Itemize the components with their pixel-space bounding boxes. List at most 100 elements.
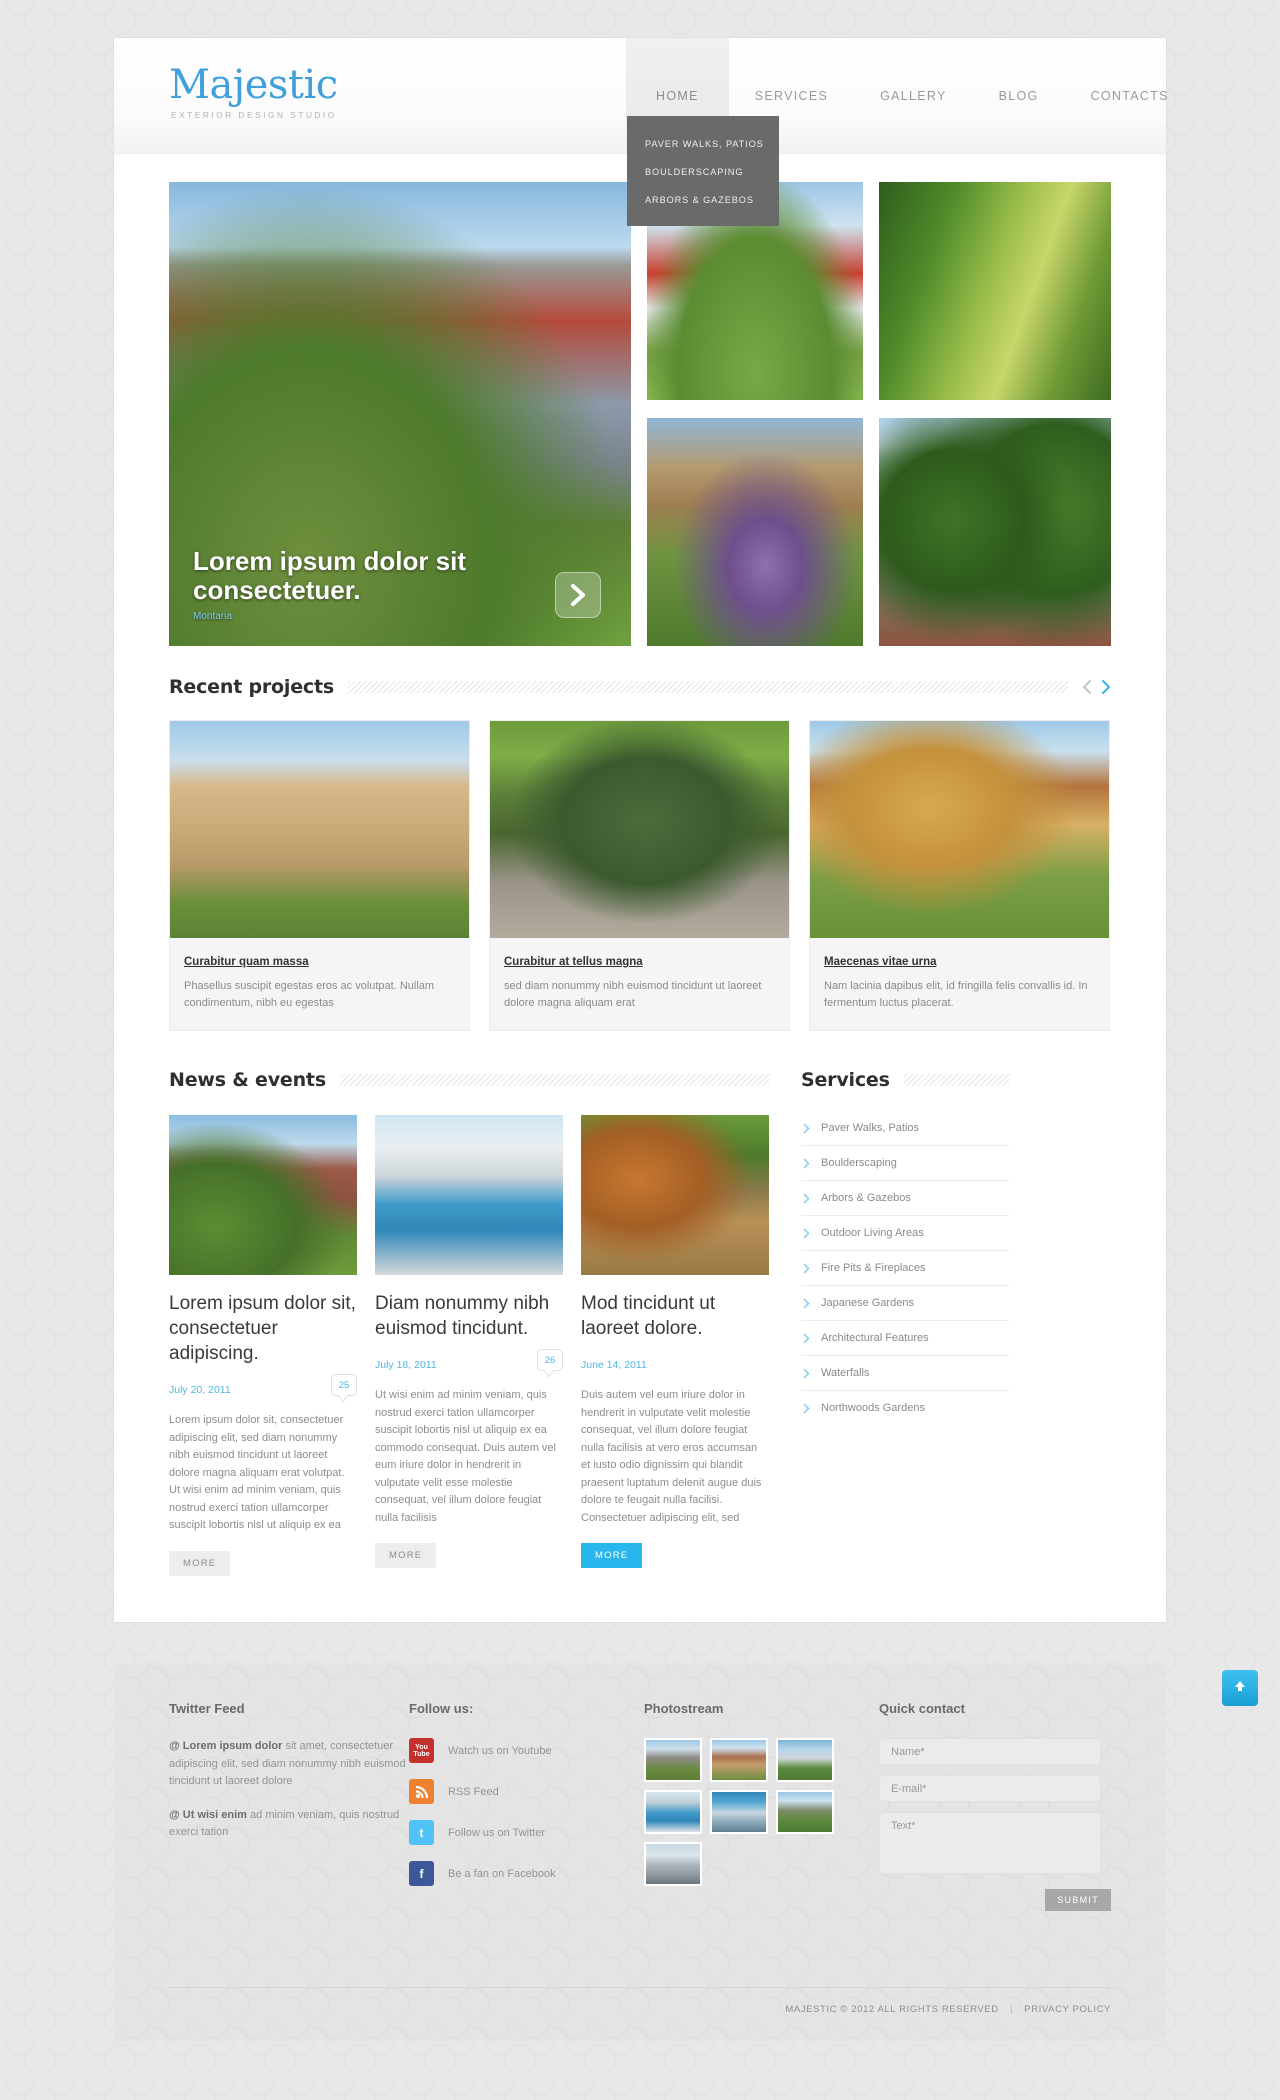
photostream-thumbnail[interactable] xyxy=(710,1738,768,1782)
project-card: Curabitur at tellus magna sed diam nonum… xyxy=(489,720,790,1031)
header-rule xyxy=(339,1074,769,1086)
project-thumbnail[interactable] xyxy=(810,721,1109,938)
sidebar-item-outdoor-living-areas[interactable]: Outdoor Living Areas xyxy=(801,1216,1009,1251)
email-field[interactable] xyxy=(879,1775,1101,1802)
hero-next-button[interactable] xyxy=(555,572,601,618)
services-sidebar: Services Paver Walks, Patios Boulderscap… xyxy=(801,1069,1009,1576)
hero-tile-hedge-maze[interactable] xyxy=(879,182,1111,400)
projects-carousel-controls xyxy=(1082,679,1111,695)
follow-row-twitter[interactable]: t Follow us on Twitter xyxy=(409,1820,644,1845)
submit-button[interactable]: SUBMIT xyxy=(1045,1889,1111,1911)
news-thumbnail[interactable] xyxy=(581,1115,769,1275)
scroll-to-top-button[interactable] xyxy=(1222,1670,1258,1706)
news-excerpt: Ut wisi enim ad minim veniam, quis nostr… xyxy=(375,1389,556,1524)
hero-tile-topiary-garden[interactable] xyxy=(879,418,1111,646)
news-events-section: News & events Lorem ipsum dolor sit, con… xyxy=(169,1069,769,1576)
chevron-right-icon xyxy=(568,583,588,607)
sidebar-item-paver-walks-patios[interactable]: Paver Walks, Patios xyxy=(801,1111,1009,1146)
news-title[interactable]: Mod tincidunt ut laoreet dolore. xyxy=(581,1291,769,1341)
follow-row-rss[interactable]: RSS Feed xyxy=(409,1779,644,1804)
page-title-news-events: News & events xyxy=(169,1069,326,1091)
news-card: Diam nonummy nibh euismod tincidunt. Jul… xyxy=(375,1115,563,1576)
youtube-icon-bottom: Tube xyxy=(413,1750,430,1758)
sidebar-item-architectural-features[interactable]: Architectural Features xyxy=(801,1321,1009,1356)
footer-columns: Twitter Feed @ Lorem ipsum dolor sit ame… xyxy=(114,1663,1166,1911)
project-card: Maecenas vitae urna Nam lacinia dapibus … xyxy=(809,720,1110,1031)
footer-column-title: Photostream xyxy=(644,1701,724,1716)
news-more-button[interactable]: MORE xyxy=(375,1543,437,1568)
sidebar-item-label: Waterfalls xyxy=(821,1367,870,1379)
sidebar-item-waterfalls[interactable]: Waterfalls xyxy=(801,1356,1009,1391)
project-body: Maecenas vitae urna Nam lacinia dapibus … xyxy=(810,938,1109,1030)
news-thumbnail[interactable] xyxy=(169,1115,357,1275)
news-more-button[interactable]: MORE xyxy=(169,1550,231,1576)
news-thumbnail[interactable] xyxy=(375,1115,563,1275)
site-logo[interactable]: Majestic EXTERIOR DESIGN STUDIO xyxy=(169,63,338,120)
dropdown-item-boulderscaping[interactable]: BOULDERSCAPING xyxy=(627,158,779,186)
project-link[interactable]: Maecenas vitae urna xyxy=(824,956,937,968)
news-title[interactable]: Diam nonummy nibh euismod tincidunt. xyxy=(375,1291,563,1341)
comment-count-badge[interactable]: 26 xyxy=(537,1349,563,1371)
youtube-icon-top: You xyxy=(415,1743,428,1751)
follow-row-youtube[interactable]: You Tube Watch us on Youtube xyxy=(409,1738,644,1763)
news-more-button[interactable]: MORE xyxy=(581,1543,643,1568)
lower-content: News & events Lorem ipsum dolor sit, con… xyxy=(114,1031,1166,1622)
sidebar-item-fire-pits-fireplaces[interactable]: Fire Pits & Fireplaces xyxy=(801,1251,1009,1286)
photostream-thumbnail[interactable] xyxy=(776,1790,834,1834)
footer-column-title: Twitter Feed xyxy=(169,1701,245,1716)
message-field[interactable] xyxy=(879,1812,1101,1874)
news-card: Lorem ipsum dolor sit, consectetuer adip… xyxy=(169,1115,357,1576)
copyright-bar: MAJESTIC © 2012 ALL RIGHTS RESERVED | PR… xyxy=(169,1987,1111,2015)
nav-item-contacts[interactable]: CONTACTS xyxy=(1065,38,1195,154)
privacy-policy-link[interactable]: PRIVACY POLICY xyxy=(1024,2004,1111,2015)
project-link[interactable]: Curabitur at tellus magna xyxy=(504,956,643,968)
footer-photostream-column: Photostream xyxy=(644,1701,879,1911)
news-excerpt: Duis autem vel eum iriure dolor in hendr… xyxy=(581,1389,762,1524)
photostream-grid xyxy=(644,1738,844,1886)
sidebar-item-label: Paver Walks, Patios xyxy=(821,1122,920,1134)
photostream-thumbnail[interactable] xyxy=(644,1738,702,1782)
dropdown-item-arbors-gazebos[interactable]: ARBORS & GAZEBOS xyxy=(627,186,779,214)
sidebar-item-japanese-gardens[interactable]: Japanese Gardens xyxy=(801,1286,1009,1321)
news-meta: July 18, 2011 26 xyxy=(375,1349,563,1383)
hero-main-image[interactable]: Lorem ipsum dolor sit consectetuer. Mont… xyxy=(169,182,631,646)
project-thumbnail[interactable] xyxy=(170,721,469,938)
services-dropdown-menu: PAVER WALKS, PATIOS BOULDERSCAPING ARBOR… xyxy=(627,116,779,226)
follow-label: Be a fan on Facebook xyxy=(448,1867,556,1880)
project-body: Curabitur at tellus magna sed diam nonum… xyxy=(490,938,789,1030)
hero-caption: Lorem ipsum dolor sit consectetuer. Mont… xyxy=(193,547,593,623)
sidebar-item-northwoods-gardens[interactable]: Northwoods Gardens xyxy=(801,1391,1009,1425)
nav-item-gallery[interactable]: GALLERY xyxy=(854,38,973,154)
photostream-thumbnail[interactable] xyxy=(644,1790,702,1834)
comment-count-badge[interactable]: 25 xyxy=(331,1374,357,1396)
photostream-thumbnail[interactable] xyxy=(710,1790,768,1834)
project-thumbnail[interactable] xyxy=(490,721,789,938)
sidebar-item-label: Boulderscaping xyxy=(821,1157,897,1169)
projects-next-button[interactable] xyxy=(1101,679,1111,695)
project-link[interactable]: Curabitur quam massa xyxy=(184,956,309,968)
page-title-recent-projects: Recent projects xyxy=(169,676,334,698)
chevron-right-icon xyxy=(803,1262,810,1274)
news-date: July 18, 2011 xyxy=(375,1359,437,1371)
tweet-handle[interactable]: @ Ut wisi enim xyxy=(169,1809,247,1821)
tweet-handle[interactable]: @ Lorem ipsum dolor xyxy=(169,1740,282,1752)
footer-contact-column: Quick contact SUBMIT xyxy=(879,1701,1111,1911)
hero-tile-flowers[interactable] xyxy=(647,418,863,646)
photostream-thumbnail[interactable] xyxy=(644,1842,702,1886)
follow-label: Watch us on Youtube xyxy=(448,1744,552,1757)
nav-item-blog[interactable]: BLOG xyxy=(973,38,1065,154)
footer-follow-column: Follow us: You Tube Watch us on Youtube xyxy=(409,1701,644,1911)
dropdown-item-paver-walks-patios[interactable]: PAVER WALKS, PATIOS xyxy=(627,130,779,158)
news-excerpt: Lorem ipsum dolor sit, consectetuer adip… xyxy=(169,1414,345,1531)
news-meta: July 20, 2011 25 xyxy=(169,1374,357,1408)
news-date: June 14, 2011 xyxy=(581,1359,647,1371)
follow-row-facebook[interactable]: f Be a fan on Facebook xyxy=(409,1861,644,1886)
news-title[interactable]: Lorem ipsum dolor sit, consectetuer adip… xyxy=(169,1291,357,1366)
sidebar-item-label: Outdoor Living Areas xyxy=(821,1227,924,1239)
site-footer: Twitter Feed @ Lorem ipsum dolor sit ame… xyxy=(114,1663,1166,2041)
photostream-thumbnail[interactable] xyxy=(776,1738,834,1782)
sidebar-item-boulderscaping[interactable]: Boulderscaping xyxy=(801,1146,1009,1181)
name-field[interactable] xyxy=(879,1738,1101,1765)
projects-prev-button[interactable] xyxy=(1082,679,1092,695)
sidebar-item-arbors-gazebos[interactable]: Arbors & Gazebos xyxy=(801,1181,1009,1216)
